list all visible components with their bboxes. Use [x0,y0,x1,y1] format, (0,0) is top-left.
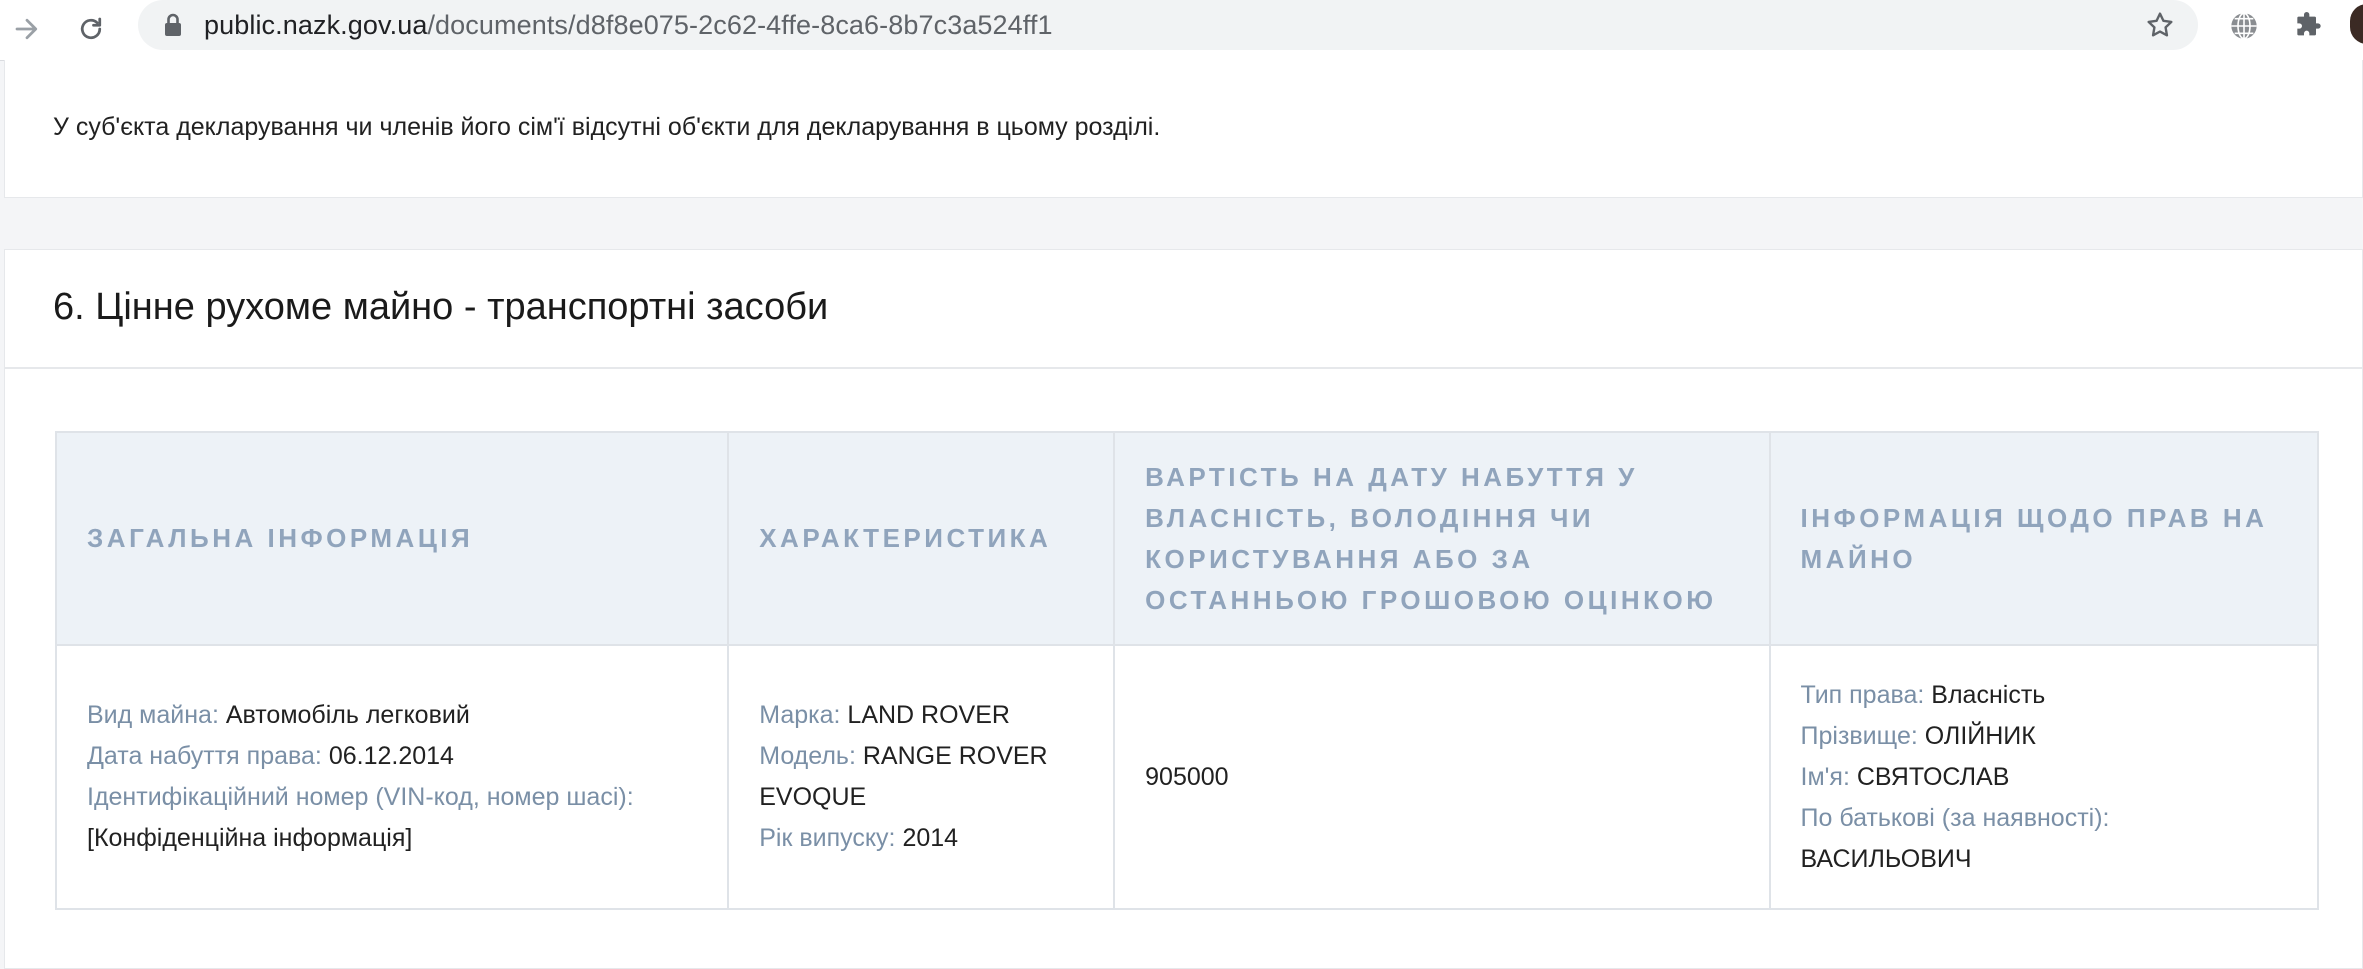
property-type-label: Вид майна: [87,701,219,729]
vehicles-section-card: 6. Цінне рухоме майно - транспортні засо… [4,249,2363,969]
column-header-rights: ІНФОРМАЦІЯ ЩОДО ПРАВ НА МАЙНО [1769,432,2318,646]
extension-globe-button[interactable] [2224,6,2264,46]
table-row: Вид майна: Автомобіль легковий Дата набу… [56,645,2318,909]
right-type-line: Тип права: Власність [1801,675,2287,716]
surname-value: ОЛІЙНИК [1924,721,2036,750]
year-label: Рік випуску: [759,824,896,852]
brand-value: LAND ROVER [847,701,1010,729]
name-line: Ім'я: СВЯТОСЛАВ [1801,757,2287,798]
column-header-specs: ХАРАКТЕРИСТИКА [728,432,1116,646]
globe-icon [2231,12,2257,40]
forward-button[interactable] [4,6,50,52]
url-text[interactable]: public.nazk.gov.ua/documents/d8f8e075-2c… [204,8,1053,42]
star-icon[interactable] [2144,9,2176,41]
lock-icon [165,13,181,36]
extensions-button[interactable] [2288,6,2328,46]
property-type-value: Автомобіль легковий [225,701,470,729]
cell-value: 905000 [1114,645,1771,909]
surname-line: Прізвище: ОЛІЙНИК [1801,716,2287,757]
arrow-right-icon [15,18,38,40]
patronymic-line: По батькові (за наявності): ВАСИЛЬОВИЧ [1801,798,2287,880]
address-bar[interactable]: public.nazk.gov.ua/documents/d8f8e075-2c… [138,0,2198,50]
brand-line: Марка: LAND ROVER [759,695,1083,736]
empty-section-notice: У суб'єкта декларування чи членів його с… [53,113,1161,141]
cell-specs: Марка: LAND ROVER Модель: RANGE ROVER EV… [728,645,1116,909]
acquisition-date-label: Дата набуття права: [87,742,322,770]
table-header-row: ЗАГАЛЬНА ІНФОРМАЦІЯ ХАРАКТЕРИСТИКА ВАРТІ… [56,432,2318,646]
url-path: /documents/d8f8e075-2c62-4ffe-8ca6-8b7c3… [427,10,1053,40]
name-value: СВЯТОСЛАВ [1856,762,2010,791]
year-value: 2014 [902,824,959,852]
right-type-label: Тип права: [1800,680,1925,709]
reload-icon [80,17,102,40]
year-line: Рік випуску: 2014 [759,818,1083,859]
puzzle-icon [2297,12,2321,36]
column-header-value: ВАРТІСТЬ НА ДАТУ НАБУТТЯ У ВЛАСНІСТЬ, ВО… [1114,432,1771,646]
acquisition-date-value: 06.12.2014 [328,742,454,770]
section-title: 6. Цінне рухоме майно - транспортні засо… [53,286,829,328]
acquisition-date-line: Дата набуття права: 06.12.2014 [87,736,697,777]
brand-label: Марка: [759,701,841,729]
section-header: 6. Цінне рухоме майно - транспортні засо… [5,250,2362,369]
url-host: public.nazk.gov.ua [204,10,428,40]
reload-button[interactable] [68,6,114,52]
patronymic-label: По батькові (за наявності): [1800,803,2110,832]
property-type-line: Вид майна: Автомобіль легковий [87,695,697,736]
vehicles-table: ЗАГАЛЬНА ІНФОРМАЦІЯ ХАРАКТЕРИСТИКА ВАРТІ… [55,431,2319,910]
cell-rights: Тип права: Власність Прізвище: ОЛІЙНИК І… [1770,645,2318,909]
previous-section-card: У суб'єкта декларування чи членів його с… [4,60,2363,198]
right-type-value: Власність [1931,680,2046,709]
browser-toolbar: public.nazk.gov.ua/documents/d8f8e075-2c… [0,0,2363,61]
vin-label: Ідентифікаційний номер (VIN-код, номер ш… [87,783,634,811]
vin-value: [Конфіденційна інформація] [87,824,413,852]
model-line: Модель: RANGE ROVER EVOQUE [759,736,1083,818]
patronymic-value: ВАСИЛЬОВИЧ [1800,844,1972,873]
name-label: Ім'я: [1800,762,1850,791]
column-header-general: ЗАГАЛЬНА ІНФОРМАЦІЯ [56,432,730,646]
property-value: 905000 [1145,762,1229,791]
cell-general: Вид майна: Автомобіль легковий Дата набу… [56,645,730,909]
surname-label: Прізвище: [1800,721,1918,750]
profile-avatar[interactable] [2350,4,2363,44]
vin-line: Ідентифікаційний номер (VIN-код, номер ш… [87,777,697,859]
model-label: Модель: [759,742,856,770]
